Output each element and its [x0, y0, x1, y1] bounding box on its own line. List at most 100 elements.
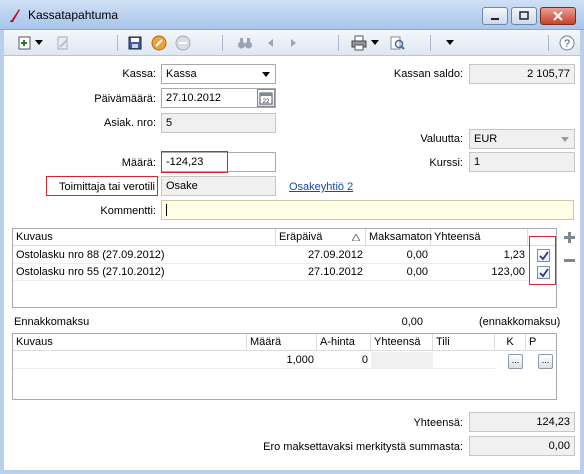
- k-picker-button[interactable]: ...: [508, 354, 523, 369]
- sort-ascending-icon: [352, 234, 360, 241]
- column-header-tili[interactable]: Tili: [433, 334, 495, 351]
- next-button[interactable]: [284, 34, 302, 52]
- print-icon: [351, 35, 367, 51]
- table-cell[interactable]: 0,00: [366, 264, 431, 281]
- table-cell[interactable]: 0: [317, 352, 371, 369]
- ero-field: 0,00: [469, 436, 575, 456]
- column-header-k[interactable]: K: [495, 334, 526, 351]
- new-record-icon: [18, 36, 31, 50]
- close-icon: [541, 8, 575, 24]
- maara-label: Määrä:: [121, 157, 156, 169]
- cancel-button[interactable]: [150, 34, 168, 52]
- kassa-select[interactable]: Kassa: [161, 64, 276, 84]
- minus-icon: [564, 259, 575, 262]
- delete-button[interactable]: [174, 34, 192, 52]
- saldo-field: 2 105,77: [469, 64, 575, 84]
- highlight-box: [161, 151, 228, 173]
- valuutta-select[interactable]: EUR: [469, 129, 575, 149]
- column-header-yhteensa[interactable]: Yhteensä: [371, 334, 433, 351]
- svg-text:22: 22: [263, 99, 270, 105]
- minimize-button[interactable]: [482, 7, 508, 25]
- kurssi-label: Kurssi:: [429, 157, 463, 169]
- paivamaara-value: 27.10.2012: [166, 92, 222, 104]
- print-dropdown[interactable]: [370, 34, 380, 52]
- column-header-maara[interactable]: Määrä: [247, 334, 317, 351]
- column-header-yhteensa[interactable]: Yhteensä: [431, 229, 528, 246]
- table-cell[interactable]: [13, 352, 247, 369]
- previous-button[interactable]: [262, 34, 280, 52]
- more-button[interactable]: [444, 34, 456, 52]
- paivamaara-label: Päivämäärä:: [94, 93, 156, 105]
- print-preview-icon: [390, 36, 405, 50]
- help-icon: ?: [559, 35, 575, 51]
- table-cell[interactable]: 1,000: [247, 352, 317, 369]
- ennakko-note: (ennakkomaksu): [479, 316, 561, 328]
- calendar-button[interactable]: 22: [257, 89, 275, 107]
- edit-button[interactable]: [54, 34, 72, 52]
- calendar-icon: 22: [259, 92, 273, 105]
- kassa-value: Kassa: [166, 68, 197, 80]
- chevron-down-icon: [561, 137, 569, 142]
- valuutta-value: EUR: [474, 133, 498, 145]
- save-button[interactable]: [126, 34, 144, 52]
- kurssi-field: 1: [469, 152, 575, 172]
- new-record-dropdown[interactable]: [34, 34, 44, 52]
- table-cell[interactable]: 123,00: [431, 264, 528, 281]
- window-title: Kassatapahtuma: [28, 8, 119, 22]
- print-button[interactable]: [350, 34, 368, 52]
- ennakko-value: 0,00: [401, 316, 423, 328]
- valuutta-label: Valuutta:: [420, 133, 463, 145]
- table-cell: [371, 352, 433, 369]
- dropdown-icon: [371, 40, 379, 45]
- toimittaja-link[interactable]: Osakeyhtiö 2: [289, 181, 353, 193]
- next-icon: [291, 39, 296, 47]
- save-icon: [128, 36, 142, 50]
- add-row-button[interactable]: [562, 230, 577, 245]
- toolbar: ?: [0, 30, 584, 56]
- table-cell[interactable]: 1,23: [431, 247, 528, 264]
- remove-row-button[interactable]: [562, 253, 577, 268]
- maximize-button[interactable]: [511, 7, 537, 25]
- p-picker-button[interactable]: ...: [538, 354, 553, 369]
- chevron-down-icon: [262, 72, 270, 77]
- table-cell[interactable]: 0,00: [366, 247, 431, 264]
- app-icon: [10, 9, 20, 22]
- highlight-box: [529, 236, 556, 285]
- dropdown-icon: [35, 40, 43, 45]
- column-header-kuvaus[interactable]: Kuvaus: [13, 229, 276, 246]
- kassa-label: Kassa:: [122, 68, 156, 80]
- table-cell[interactable]: 27.09.2012: [276, 247, 366, 264]
- search-button[interactable]: [236, 34, 254, 52]
- edit-icon: [57, 36, 68, 50]
- toimittaja-field[interactable]: Osake: [161, 176, 276, 196]
- table-cell[interactable]: [433, 352, 495, 369]
- kommentti-label: Kommentti:: [100, 205, 156, 217]
- close-button[interactable]: [540, 7, 576, 25]
- toimittaja-label: Toimittaja tai verotili: [59, 181, 155, 193]
- cancel-icon: [151, 35, 167, 51]
- table-cell[interactable]: 27.10.2012: [276, 264, 366, 281]
- title-bar: Kassatapahtuma: [0, 0, 584, 30]
- saldo-label: Kassan saldo:: [393, 68, 463, 80]
- print-preview-button[interactable]: [388, 34, 406, 52]
- help-button[interactable]: ?: [558, 34, 576, 52]
- text-cursor: [166, 204, 167, 217]
- invoices-grid: Kuvaus Eräpäivä Maksamaton Yhteensä Osto…: [12, 228, 557, 308]
- ero-label: Ero maksettavaksi merkitystä summasta:: [263, 441, 463, 453]
- kommentti-field[interactable]: [161, 200, 574, 220]
- yhteensa-label: Yhteensä:: [413, 417, 463, 429]
- plus-icon: [564, 232, 575, 243]
- column-header-maksamaton[interactable]: Maksamaton: [366, 229, 432, 246]
- column-header-kuvaus[interactable]: Kuvaus: [13, 334, 247, 351]
- new-record-button[interactable]: [16, 34, 34, 52]
- ennakko-label: Ennakkomaksu: [14, 316, 90, 328]
- column-header-erapaiva-label: Eräpäivä: [279, 231, 323, 243]
- column-header-ahinta[interactable]: A-hinta: [317, 334, 371, 351]
- column-header-p[interactable]: P: [526, 334, 556, 351]
- svg-text:?: ?: [564, 38, 570, 50]
- table-cell[interactable]: Ostolasku nro 55 (27.10.2012): [13, 264, 276, 281]
- previous-icon: [268, 39, 273, 47]
- maximize-icon: [512, 8, 536, 24]
- table-cell[interactable]: Ostolasku nro 88 (27.09.2012): [13, 247, 276, 264]
- column-header-erapaiva[interactable]: Eräpäivä: [276, 229, 366, 246]
